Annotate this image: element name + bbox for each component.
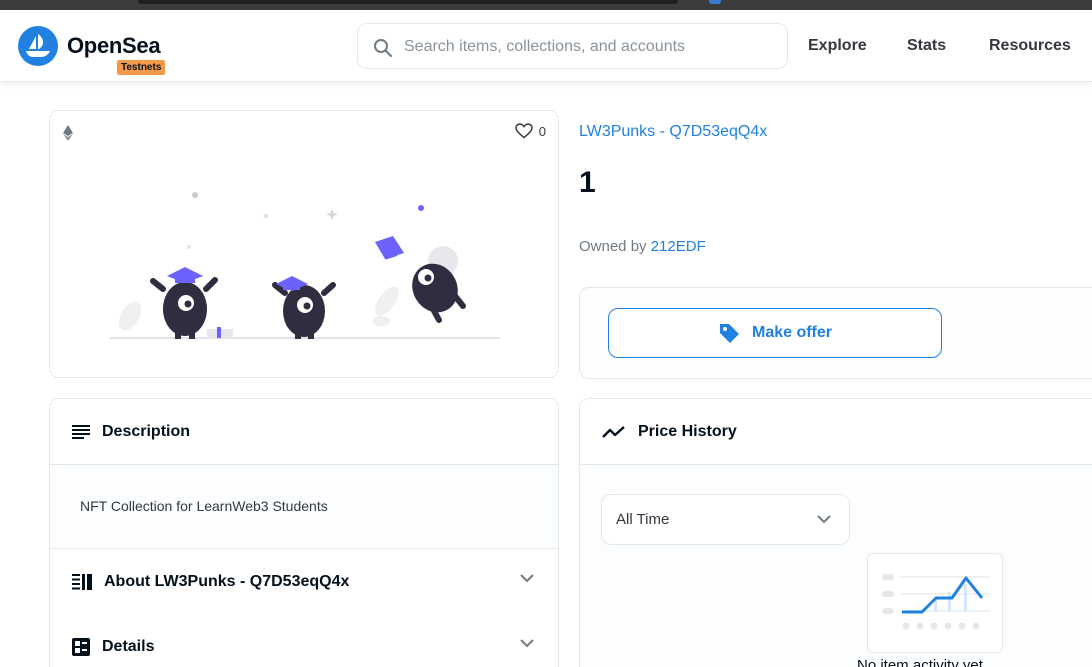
empty-chart-illustration — [867, 553, 1003, 653]
favorite-control[interactable]: 0 — [515, 123, 546, 139]
chevron-down-icon[interactable] — [520, 574, 534, 583]
browser-tab-strip — [0, 0, 1092, 10]
owned-by-label: Owned by — [579, 238, 647, 255]
search-icon — [374, 39, 392, 57]
opensea-logo-icon[interactable] — [18, 26, 58, 66]
price-history-header[interactable]: Price History — [580, 399, 1092, 465]
search-box[interactable] — [357, 23, 788, 69]
chevron-down-icon — [817, 515, 831, 524]
testnets-badge: Testnets — [117, 60, 166, 75]
price-history-body: All Time No item activity yet — [580, 465, 1092, 667]
chevron-down-icon[interactable] — [520, 639, 534, 648]
description-card: Description NFT Collection for LearnWeb3… — [49, 398, 559, 667]
trade-card: Make offer — [579, 287, 1092, 379]
item-image-card: 0 — [49, 110, 559, 378]
description-body: NFT Collection for LearnWeb3 Students — [50, 465, 558, 549]
time-filter-value: All Time — [616, 511, 670, 528]
token-name: 1 — [579, 166, 596, 199]
owner-line: Owned by 212EDF — [579, 238, 706, 255]
nav-explore[interactable]: Explore — [808, 37, 867, 55]
description-text: NFT Collection for LearnWeb3 Students — [80, 498, 328, 514]
browser-indicator — [709, 0, 721, 4]
ethereum-icon — [63, 125, 73, 141]
description-title: Description — [102, 422, 191, 440]
details-icon — [72, 637, 90, 656]
about-header[interactable]: About LW3Punks - Q7D53eqQ4x — [50, 549, 558, 615]
site-header: OpenSea Testnets Explore Stats Resources — [0, 10, 1092, 82]
favorites-count: 0 — [538, 123, 546, 139]
owner-link[interactable]: 212EDF — [651, 238, 706, 255]
nft-image — [110, 192, 500, 339]
trend-icon — [602, 425, 625, 438]
browser-tab — [138, 0, 678, 4]
price-history-title: Price History — [638, 422, 737, 440]
search-input[interactable] — [404, 34, 774, 60]
collection-link[interactable]: LW3Punks - Q7D53eqQ4x — [579, 123, 767, 141]
time-filter-select[interactable]: All Time — [601, 494, 850, 545]
nav-resources[interactable]: Resources — [989, 37, 1071, 55]
brand-name[interactable]: OpenSea — [67, 33, 161, 59]
description-header[interactable]: Description — [50, 399, 558, 465]
price-history-card: Price History All Time No item activity … — [579, 398, 1092, 667]
nav-stats[interactable]: Stats — [907, 37, 946, 55]
about-icon — [72, 573, 92, 590]
heart-icon[interactable] — [515, 123, 533, 139]
details-header[interactable]: Details — [50, 614, 558, 667]
tag-icon — [719, 324, 739, 343]
details-title: Details — [102, 637, 155, 655]
list-icon — [72, 424, 90, 439]
about-title: About LW3Punks - Q7D53eqQ4x — [104, 572, 350, 590]
empty-activity-text: No item activity yet — [857, 657, 983, 667]
make-offer-label: Make offer — [751, 324, 833, 341]
make-offer-button[interactable]: Make offer — [608, 308, 942, 358]
